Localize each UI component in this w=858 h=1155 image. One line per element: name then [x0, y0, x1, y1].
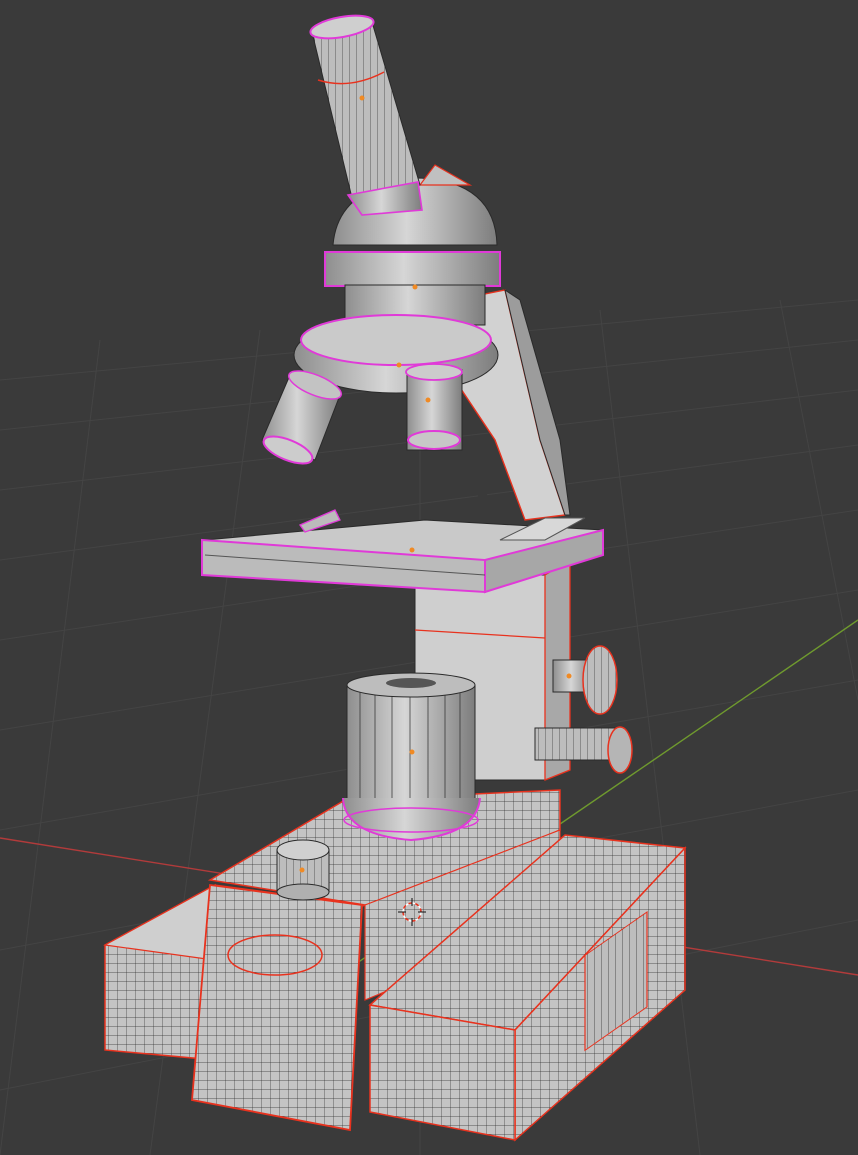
3d-viewport[interactable]: [0, 0, 858, 1155]
condenser-cylinder[interactable]: [342, 672, 481, 842]
front-panel[interactable]: [191, 883, 363, 1132]
objective-lens-right[interactable]: [405, 363, 463, 451]
eyepiece-tube[interactable]: [309, 12, 423, 216]
base-knob[interactable]: [276, 839, 330, 901]
microscope-object[interactable]: [103, 12, 687, 1142]
viewport-canvas[interactable]: [0, 0, 858, 1155]
